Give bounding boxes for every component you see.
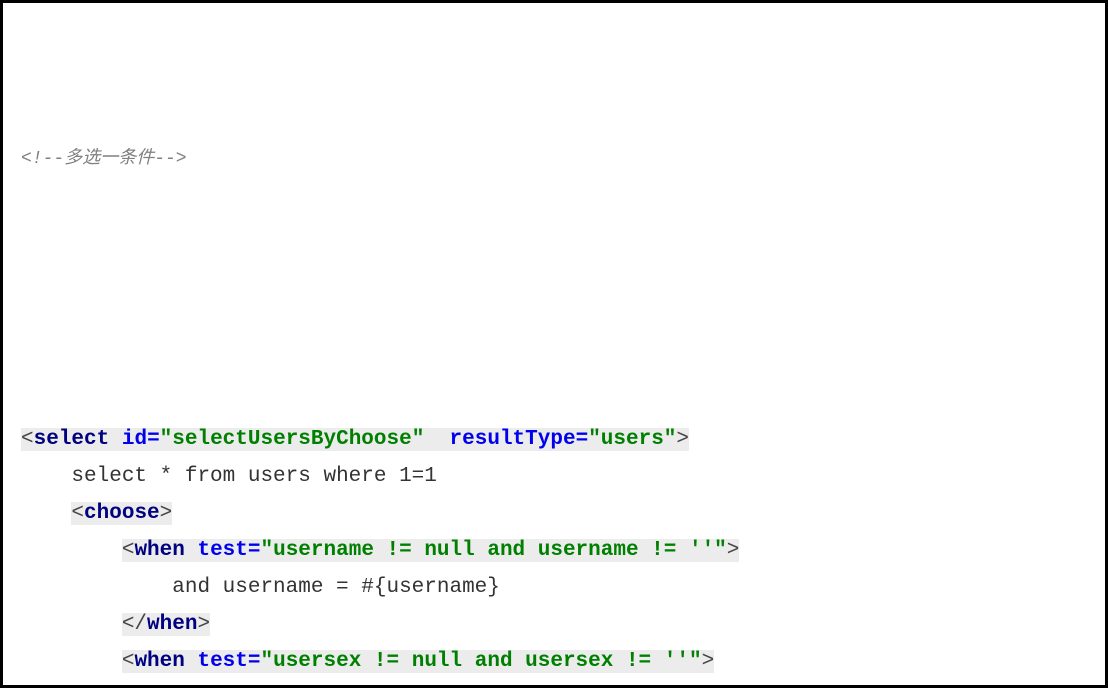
code-comment-line: <!--多选一条件-->	[21, 140, 1105, 177]
attribute-equals: =	[247, 539, 261, 562]
attribute-name: id	[121, 428, 148, 451]
attribute-equals: =	[247, 650, 261, 673]
tag-open-bracket: <	[121, 650, 135, 673]
attribute-value: "username != null and username != ''"	[260, 539, 727, 562]
xml-tag: <when test="username != null and usernam…	[121, 539, 740, 562]
code-lines-container: <select id="selectUsersByChoose" resultT…	[21, 421, 1105, 685]
xml-tag: <when test="usersex != null and usersex …	[121, 650, 715, 673]
tag-close-bracket: >	[701, 650, 715, 673]
tag-name: when	[134, 650, 185, 673]
tag-name: select	[33, 428, 110, 451]
attr-gap	[424, 428, 449, 451]
tag-open-bracket: </	[121, 613, 148, 636]
tag-close-bracket: >	[159, 502, 173, 525]
code-line: and usersex = #{usersex}	[21, 680, 1105, 685]
tag-open-bracket: <	[21, 428, 34, 451]
attribute-equals: =	[147, 428, 160, 451]
attribute-equals: =	[575, 428, 589, 451]
tag-open-bracket: <	[121, 539, 135, 562]
code-line: and username = #{username}	[21, 569, 1105, 606]
code-block[interactable]: <!--多选一条件--> <select id="selectUsersByCh…	[21, 29, 1105, 685]
attribute-name: test	[197, 539, 248, 562]
tag-name: when	[134, 539, 185, 562]
attr-gap	[109, 428, 122, 451]
attribute-value: "users"	[588, 428, 677, 451]
sql-text: select * from users where 1=1	[71, 465, 437, 488]
xml-comment: <!--多选一条件-->	[21, 149, 187, 169]
code-line: <when test="usersex != null and usersex …	[21, 643, 1105, 680]
code-snippet-frame: <!--多选一条件--> <select id="selectUsersByCh…	[0, 0, 1108, 688]
code-line: </when>	[21, 606, 1105, 643]
attribute-value: "selectUsersByChoose"	[159, 428, 425, 451]
tag-name: choose	[84, 502, 160, 525]
attr-gap	[185, 539, 198, 562]
sql-text: and username = #{username}	[172, 576, 500, 599]
xml-tag: <select id="selectUsersByChoose" resultT…	[21, 428, 690, 451]
attribute-value: "usersex != null and usersex != ''"	[260, 650, 702, 673]
xml-tag: <choose>	[71, 502, 173, 525]
code-line: select * from users where 1=1	[21, 458, 1105, 495]
tag-close-bracket: >	[197, 613, 211, 636]
code-line: <select id="selectUsersByChoose" resultT…	[21, 421, 1105, 458]
code-line: <choose>	[21, 495, 1105, 532]
tag-open-bracket: <	[71, 502, 85, 525]
xml-tag: </when>	[121, 613, 211, 636]
tag-close-bracket: >	[726, 539, 740, 562]
tag-name: when	[147, 613, 198, 636]
tag-close-bracket: >	[676, 428, 690, 451]
code-line: <when test="username != null and usernam…	[21, 532, 1105, 569]
attribute-name: resultType	[449, 428, 576, 451]
attribute-name: test	[197, 650, 248, 673]
attr-gap	[185, 650, 198, 673]
